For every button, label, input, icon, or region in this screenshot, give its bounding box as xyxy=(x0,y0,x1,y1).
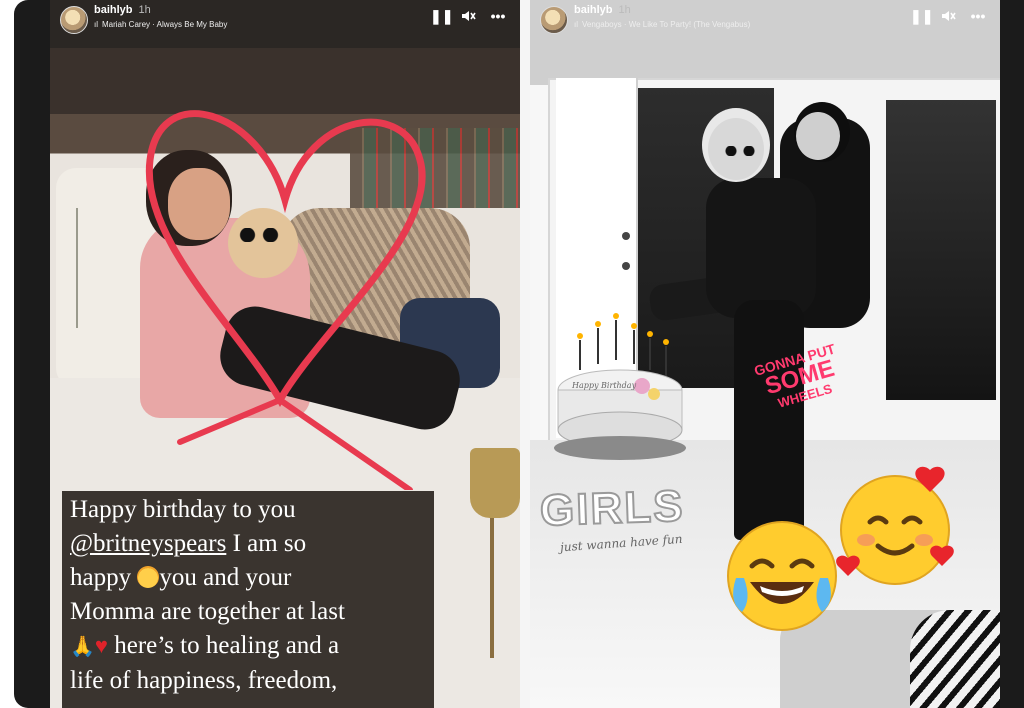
caption-line: happy you and your xyxy=(70,564,292,591)
sunglasses-icon xyxy=(722,146,758,156)
zebra-pillow xyxy=(910,610,1000,708)
mention-link[interactable]: @britneyspears xyxy=(70,530,226,557)
timestamp: 1h xyxy=(138,4,151,16)
door-knob xyxy=(622,232,630,240)
story-panel-left: baihlyb 1h ıl Mariah Carey · Always Be My … xyxy=(50,0,520,708)
caption-line: Happy birthday to you xyxy=(70,496,296,523)
device-bezel-left xyxy=(0,0,50,708)
caption-line: 🙏♥ here’s to healing and a xyxy=(70,629,426,664)
standing-person-legs xyxy=(734,300,804,540)
story-header: baihlyb 1h ıl Vengaboys · We Like To Party… xyxy=(530,0,1000,48)
caption-line: Momma are together at last xyxy=(70,598,345,625)
music-label[interactable]: ıl Vengaboys · We Like To Party! (The Ven… xyxy=(574,20,750,29)
username[interactable]: baihlyb 1h xyxy=(574,4,631,16)
panel-divider xyxy=(520,0,530,708)
username[interactable]: baihlyb 1h xyxy=(94,4,151,16)
tears-of-joy-icon xyxy=(727,521,837,631)
music-label[interactable]: ıl Mariah Carey · Always Be My Baby xyxy=(94,20,227,29)
story-panel-right: Happy Birthday GONNA PUT SOME WHEELS GIR… xyxy=(530,0,1000,708)
story-caption: Happy birthday to you @britneyspears I a… xyxy=(62,491,434,708)
mute-icon[interactable] xyxy=(460,8,476,24)
pause-icon[interactable]: ❚❚ xyxy=(430,8,453,24)
music-note-icon: ıl xyxy=(574,20,578,29)
glass-window-pane xyxy=(886,100,996,400)
caption-line: life of happiness, freedom, xyxy=(70,667,338,694)
praying-hands-icon: 🙏 xyxy=(70,636,95,658)
heart-drawing xyxy=(145,110,426,490)
more-icon[interactable]: ••• xyxy=(490,8,506,24)
avatar[interactable] xyxy=(540,6,568,34)
carried-person-head xyxy=(796,112,840,160)
mute-icon[interactable] xyxy=(940,8,956,24)
music-note-icon: ıl xyxy=(94,20,98,29)
smiling-face-with-hearts-icon xyxy=(836,466,954,585)
story-controls: ❚❚ ••• xyxy=(910,8,986,24)
device-bezel-right xyxy=(1000,0,1024,708)
cake-text: Happy Birthday xyxy=(571,381,637,390)
avatar[interactable] xyxy=(60,6,88,34)
timestamp: 1h xyxy=(618,4,631,16)
lamp-post xyxy=(490,518,494,658)
girls-sticker: GIRLS just wanna have fun xyxy=(538,480,686,555)
more-icon[interactable]: ••• xyxy=(970,8,986,24)
caption-line: @britneyspears I am so xyxy=(70,530,307,557)
table-lamp xyxy=(470,448,520,518)
story-controls: ❚❚ ••• xyxy=(430,8,506,24)
birthday-cake-sticker: Happy Birthday xyxy=(554,313,686,460)
door-lock xyxy=(622,262,630,270)
story-header: baihlyb 1h ıl Mariah Carey · Always Be My … xyxy=(50,0,520,48)
standing-person-torso xyxy=(706,178,816,318)
smiling-face-icon xyxy=(137,566,160,588)
pause-icon[interactable]: ❚❚ xyxy=(910,8,933,24)
red-heart-icon: ♥ xyxy=(94,633,108,658)
